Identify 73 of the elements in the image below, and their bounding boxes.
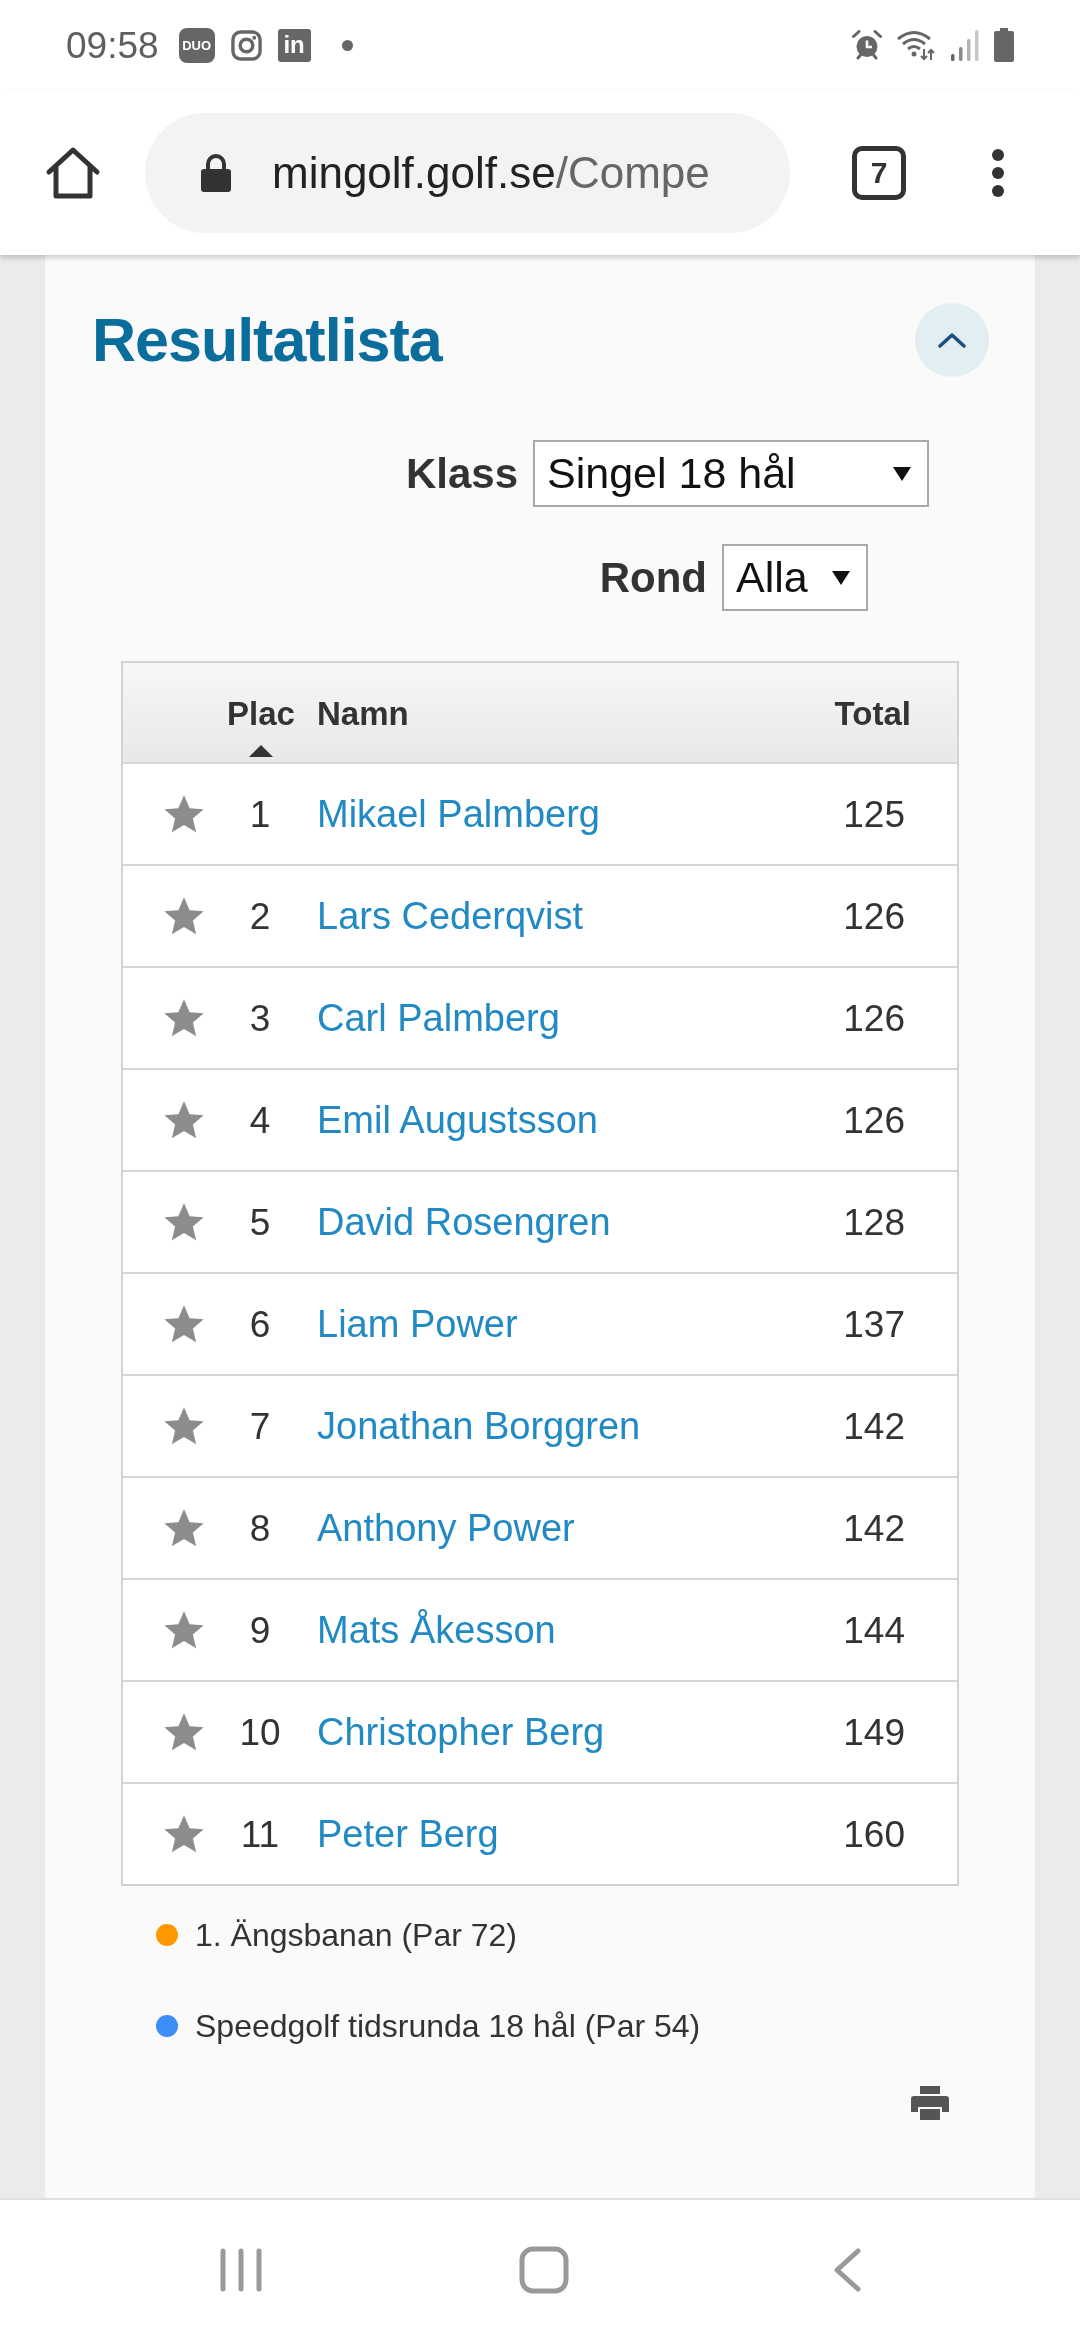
total-cell: 144 — [843, 1611, 905, 1649]
place-cell: 1 — [249, 795, 271, 833]
player-link[interactable]: Christopher Berg — [317, 1713, 605, 1751]
place-cell: 3 — [249, 999, 271, 1037]
star-icon[interactable] — [164, 795, 204, 833]
column-header[interactable]: Total — [834, 695, 911, 733]
legend-label: 1. Ängsbanan (Par 72) — [195, 1919, 517, 1951]
place-cell: 7 — [249, 1407, 271, 1445]
player-link[interactable]: Anthony Power — [317, 1509, 575, 1547]
place-cell: 8 — [249, 1509, 271, 1547]
column-header[interactable]: Namn — [317, 695, 409, 733]
place-cell: 5 — [249, 1203, 271, 1241]
star-icon[interactable] — [164, 1203, 204, 1241]
dropdown[interactable]: Singel 18 hål — [533, 440, 929, 507]
signal-icon — [950, 29, 980, 61]
star-icon[interactable] — [164, 1101, 204, 1139]
more-options-icon[interactable] — [991, 147, 1005, 198]
dropdown[interactable]: Alla — [722, 544, 868, 611]
notification-badge: DUO — [178, 27, 215, 63]
player-link[interactable]: Lars Cederqvist — [317, 897, 584, 935]
tab-switcher-button[interactable]: 7 — [852, 145, 906, 200]
total-cell: 142 — [843, 1407, 905, 1445]
player-link[interactable]: Jonathan Borggren — [317, 1407, 641, 1445]
star-icon[interactable] — [164, 1407, 204, 1445]
home-icon[interactable] — [45, 145, 101, 200]
place-cell: 10 — [239, 1713, 281, 1751]
filter-label: Rond — [599, 556, 707, 599]
caret-icon — [893, 466, 911, 481]
total-cell: 160 — [843, 1815, 905, 1853]
legend-label: Speedgolf tidsrunda 18 hål (Par 54) — [195, 2010, 701, 2042]
chevron-up-icon — [938, 332, 966, 348]
star-icon[interactable] — [164, 1509, 204, 1547]
lock-icon — [200, 152, 232, 193]
total-cell: 126 — [843, 1101, 905, 1139]
total-cell: 125 — [843, 795, 905, 833]
player-link[interactable]: David Rosengren — [317, 1203, 611, 1241]
notification-badge: in — [277, 28, 311, 62]
star-icon[interactable] — [164, 1713, 204, 1751]
place-cell: 4 — [249, 1101, 271, 1139]
player-link[interactable]: Carl Palmberg — [317, 999, 560, 1037]
wifi-icon — [896, 29, 936, 61]
place-cell: 6 — [249, 1305, 271, 1343]
filter-label: Klass — [405, 452, 518, 495]
section-title: Resultatlista — [92, 309, 442, 371]
total-cell: 126 — [843, 897, 905, 935]
place-cell: 9 — [249, 1611, 271, 1649]
total-cell: 142 — [843, 1509, 905, 1547]
recent-apps-icon[interactable] — [220, 2248, 262, 2292]
star-icon[interactable] — [164, 1305, 204, 1343]
caret-icon — [832, 570, 850, 585]
total-cell: 126 — [843, 999, 905, 1037]
total-cell: 137 — [843, 1305, 905, 1343]
print-icon[interactable] — [911, 2086, 949, 2120]
battery-icon — [994, 28, 1014, 62]
player-link[interactable]: Peter Berg — [317, 1815, 499, 1853]
total-cell: 128 — [843, 1203, 905, 1241]
star-icon[interactable] — [164, 999, 204, 1037]
star-icon[interactable] — [164, 1815, 204, 1853]
clock-time: 09:58 — [66, 26, 159, 64]
column-header[interactable]: Plac — [227, 695, 295, 733]
back-icon[interactable] — [832, 2248, 862, 2292]
star-icon[interactable] — [164, 897, 204, 935]
address-bar[interactable]: mingolf.golf.se/Compe — [145, 112, 790, 233]
player-link[interactable]: Liam Power — [317, 1305, 518, 1343]
player-link[interactable]: Emil Augustsson — [317, 1101, 598, 1139]
camera-icon — [230, 29, 262, 61]
total-cell: 149 — [843, 1713, 905, 1751]
player-link[interactable]: Mikael Palmberg — [317, 795, 600, 833]
place-cell: 11 — [240, 1815, 280, 1853]
alarm-clock-icon — [852, 30, 882, 60]
star-icon[interactable] — [164, 1611, 204, 1649]
place-cell: 2 — [249, 897, 271, 935]
player-link[interactable]: Mats Åkesson — [317, 1611, 556, 1649]
